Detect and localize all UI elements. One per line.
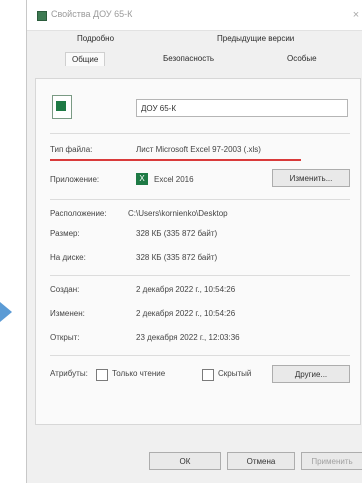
tab-previous-versions[interactable]: Предыдущие версии — [217, 34, 294, 43]
excel-document-icon — [52, 95, 72, 119]
divider — [50, 275, 350, 276]
title-bar: Свойства ДОУ 65-К × — [27, 0, 362, 31]
pointer-arrow-icon — [0, 302, 12, 322]
excel-app-icon: X — [136, 173, 148, 185]
attributes-label: Атрибуты: — [50, 369, 88, 378]
readonly-checkbox[interactable] — [96, 369, 108, 381]
created-value: 2 декабря 2022 г., 10:54:26 — [136, 285, 236, 294]
size-label: Размер: — [50, 229, 80, 238]
other-attributes-button[interactable]: Другие... — [272, 365, 350, 383]
location-value: C:\Users\kornienko\Desktop — [128, 209, 228, 218]
disk-label: На диске: — [50, 253, 86, 262]
file-name-input[interactable] — [136, 99, 348, 117]
file-type-label: Тип файла: — [50, 145, 93, 154]
divider — [50, 199, 350, 200]
size-value: 328 КБ (335 872 байт) — [136, 229, 218, 238]
app-label: Приложение: — [50, 175, 100, 184]
divider — [50, 355, 350, 356]
modified-label: Изменен: — [50, 309, 85, 318]
cancel-button[interactable]: Отмена — [227, 452, 295, 470]
tab-custom[interactable]: Особые — [287, 54, 317, 63]
highlight-underline — [50, 159, 301, 161]
modified-value: 2 декабря 2022 г., 10:54:26 — [136, 309, 236, 318]
tab-strip: Подробно Предыдущие версии Общие Безопас… — [27, 30, 362, 78]
excel-mark-icon — [56, 101, 66, 111]
hidden-checkbox[interactable] — [202, 369, 214, 381]
general-panel: Тип файла: Лист Microsoft Excel 97-2003 … — [35, 78, 361, 425]
created-label: Создан: — [50, 285, 80, 294]
change-button[interactable]: Изменить... — [272, 169, 350, 187]
opened-label: Открыт: — [50, 333, 80, 342]
ok-button[interactable]: ОК — [149, 452, 221, 470]
tab-details[interactable]: Подробно — [77, 34, 114, 43]
properties-dialog: Свойства ДОУ 65-К × Подробно Предыдущие … — [26, 0, 362, 483]
hidden-label: Скрытый — [218, 369, 252, 378]
divider — [50, 133, 350, 134]
tab-security[interactable]: Безопасность — [163, 54, 214, 63]
readonly-label: Только чтение — [112, 369, 166, 378]
app-name: Excel 2016 — [154, 175, 194, 184]
disk-value: 328 КБ (335 872 байт) — [136, 253, 218, 262]
apply-button[interactable]: Применить — [301, 452, 362, 470]
opened-value: 23 декабря 2022 г., 12:03:36 — [136, 333, 240, 342]
file-type-value: Лист Microsoft Excel 97-2003 (.xls) — [136, 145, 261, 154]
location-label: Расположение: — [50, 209, 107, 218]
tab-general[interactable]: Общие — [65, 52, 106, 66]
excel-file-icon — [37, 11, 47, 21]
close-icon[interactable]: × — [349, 7, 362, 23]
window-title: Свойства ДОУ 65-К — [51, 9, 133, 19]
